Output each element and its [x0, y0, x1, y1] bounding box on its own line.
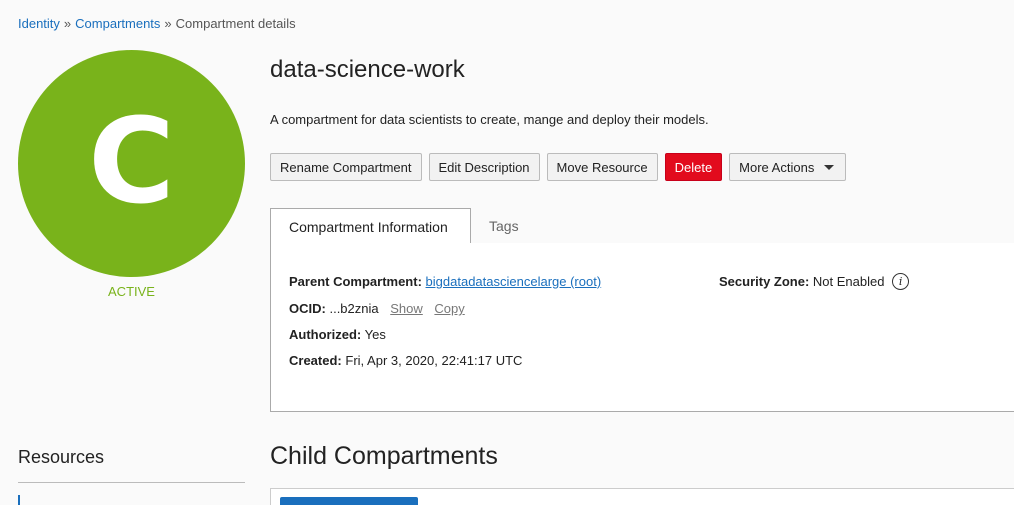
authorized-label: Authorized:	[289, 327, 362, 342]
created-label: Created:	[289, 353, 342, 368]
ocid-show-link[interactable]: Show	[390, 301, 423, 316]
authorized-value: Yes	[364, 327, 386, 342]
created-value: Fri, Apr 3, 2020, 22:41:17 UTC	[345, 353, 523, 368]
parent-compartment-link[interactable]: bigdatadatasciencelarge (root)	[426, 274, 602, 289]
tab-tags[interactable]: Tags	[471, 208, 537, 244]
resources-title: Resources	[18, 447, 105, 467]
parent-compartment-label: Parent Compartment:	[289, 274, 422, 289]
authorized-row: Authorized: Yes	[289, 327, 386, 342]
page-title: data-science-work	[270, 56, 465, 83]
security-zone-label: Security Zone:	[719, 274, 810, 289]
compartment-info-panel: Parent Compartment: bigdatadatasciencela…	[270, 243, 1014, 412]
status-label: ACTIVE	[108, 284, 155, 299]
child-compartments-title: Child Compartments	[270, 442, 498, 470]
breadcrumb-identity[interactable]: Identity	[18, 16, 60, 31]
ocid-value: ...b2znia	[329, 301, 379, 316]
info-icon[interactable]: i	[892, 273, 910, 291]
more-actions-button[interactable]: More Actions	[729, 153, 847, 181]
avatar-letter: C	[88, 91, 175, 230]
parent-compartment-row: Parent Compartment: bigdatadatasciencela…	[289, 274, 601, 289]
rename-compartment-button[interactable]: Rename Compartment	[270, 153, 422, 181]
resources-divider	[18, 482, 245, 483]
breadcrumb-compartments[interactable]: Compartments	[75, 16, 160, 31]
breadcrumb-separator: »	[63, 16, 72, 31]
created-row: Created: Fri, Apr 3, 2020, 22:41:17 UTC	[289, 353, 522, 368]
delete-button[interactable]: Delete	[664, 153, 723, 181]
security-zone-value: Not Enabled	[812, 274, 885, 289]
caret-down-icon	[824, 164, 835, 170]
ocid-copy-link[interactable]: Copy	[434, 301, 464, 316]
create-compartment-button[interactable]	[280, 497, 418, 505]
action-toolbar: Rename Compartment Edit Description Move…	[270, 153, 847, 181]
breadcrumb: Identity» Compartments» Compartment detail…	[18, 16, 296, 31]
compartment-description: A compartment for data scientists to cre…	[270, 112, 709, 127]
ocid-label: OCID:	[289, 301, 326, 316]
tab-bar: Compartment Information Tags	[270, 208, 1014, 245]
security-zone-row: Security Zone: Not Enabled i	[719, 273, 910, 291]
breadcrumb-current: Compartment details	[175, 16, 296, 31]
tab-compartment-information[interactable]: Compartment Information	[270, 208, 471, 245]
compartment-avatar: C	[18, 50, 245, 277]
more-actions-label: More Actions	[739, 159, 815, 175]
edit-description-button[interactable]: Edit Description	[428, 153, 540, 181]
ocid-row: OCID: ...b2znia Show Copy	[289, 301, 465, 316]
resources-active-marker	[18, 495, 20, 505]
move-resource-button[interactable]: Move Resource	[546, 153, 658, 181]
breadcrumb-separator: »	[164, 16, 172, 31]
